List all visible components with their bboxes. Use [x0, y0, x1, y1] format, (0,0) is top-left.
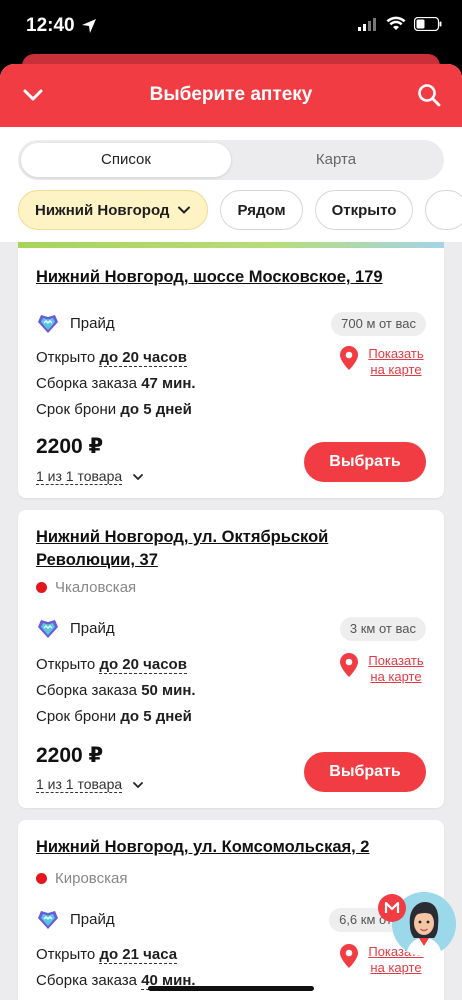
chevron-down-icon: [133, 781, 144, 788]
open-hours-value: до 20 часов: [99, 349, 187, 367]
metro-station: Кировская: [36, 870, 127, 887]
tab-map[interactable]: Карта: [231, 143, 441, 177]
assembly-time-value: 47 мин.: [141, 375, 196, 392]
assembly-time-value: 50 мин.: [141, 682, 196, 699]
status-time: 12:40: [26, 15, 75, 36]
assembly-time-prefix: Сборка заказа: [36, 682, 142, 699]
cellular-signal-icon: [358, 17, 376, 31]
search-button[interactable]: [416, 82, 442, 108]
status-time-group: 12:40: [26, 15, 97, 37]
open-hours: Открыто до 20 часов: [36, 345, 187, 371]
items-availability-label: 1 из 1 товара: [36, 468, 123, 485]
pharmacy-list[interactable]: Нижний Новгород, шоссе Московское, 179 П…: [0, 242, 462, 1000]
open-hours-value: до 21 часа: [99, 946, 178, 964]
pharmacy-chain-logo-icon: [38, 620, 58, 638]
status-icons: [358, 16, 442, 31]
pharmacy-card[interactable]: Нижний Новгород, шоссе Московское, 179 П…: [18, 248, 444, 498]
chevron-down-icon: [133, 473, 144, 480]
status-bar: 12:40: [0, 0, 462, 56]
battery-icon: [414, 16, 442, 31]
chevron-down-icon: [178, 206, 191, 214]
reserve-period: Срок брони до 5 дней: [36, 704, 192, 730]
assembly-time: Сборка заказа 47 мин.: [36, 371, 196, 397]
reserve-period-value: до 5 дней: [120, 401, 192, 418]
open-filter-chip[interactable]: Открыто: [314, 190, 414, 230]
open-hours-value: до 20 часов: [99, 656, 187, 674]
open-hours-prefix: Открыто: [36, 349, 100, 366]
city-filter-chip[interactable]: Нижний Новгород: [18, 190, 209, 230]
pharmacy-chain: Прайд: [36, 616, 115, 640]
pharmacy-chain-logo-icon: [38, 315, 58, 333]
show-on-map-label: Показать на карте: [368, 346, 424, 377]
reserve-period-prefix: Срок брони: [36, 401, 121, 418]
nearby-filter-chip[interactable]: Рядом: [220, 190, 303, 230]
pharmacy-address[interactable]: Нижний Новгород, ул. Комсомольская, 2: [36, 836, 426, 859]
chat-badge: [378, 894, 406, 922]
assembly-time-prefix: Сборка заказа: [36, 375, 142, 392]
tab-list[interactable]: Список: [21, 143, 231, 177]
brand-logo-icon: [384, 901, 400, 913]
reserve-period-prefix: Срок брони: [36, 708, 121, 725]
metro-line-dot: [36, 582, 47, 593]
open-hours: Открыто до 21 часа: [36, 942, 178, 968]
select-pharmacy-button[interactable]: Выбрать: [304, 442, 426, 482]
distance-badge: 3 км от вас: [339, 617, 426, 641]
wifi-icon: [386, 16, 406, 30]
distance-badge: 700 м от вас: [331, 312, 426, 336]
pharmacy-chain-name: Прайд: [70, 619, 115, 637]
metro-line-dot: [36, 873, 47, 884]
items-availability[interactable]: 1 из 1 товара: [36, 776, 144, 793]
pharmacy-chain-logo-icon: [38, 911, 58, 929]
pharmacy-chain: Прайд: [36, 907, 115, 931]
items-availability[interactable]: 1 из 1 товара: [36, 468, 144, 485]
order-price: 2200 ₽: [36, 744, 104, 767]
pharmacy-address[interactable]: Нижний Новгород, шоссе Московское, 179: [36, 266, 426, 289]
filter-chips: Нижний Новгород Рядом Открыто: [18, 190, 462, 230]
pharmacy-chain-name: Прайд: [70, 314, 115, 332]
pharmacy-picker: Выберите аптеку Список Карта Нижний Новг…: [0, 64, 462, 1000]
metro-station-name: Кировская: [55, 870, 128, 887]
assembly-time: Сборка заказа 50 мин.: [36, 678, 196, 704]
search-icon: [418, 84, 441, 107]
open-hours-prefix: Открыто: [36, 656, 100, 673]
more-filter-chip[interactable]: [425, 190, 462, 230]
map-pin-icon: [340, 944, 358, 968]
items-availability-label: 1 из 1 товара: [36, 776, 123, 793]
order-price: 2200 ₽: [36, 435, 104, 458]
page-title: Выберите аптеку: [149, 84, 313, 105]
open-hours: Открыто до 20 часов: [36, 652, 187, 678]
metro-station: Чкаловская: [36, 579, 136, 596]
view-toggle: Список Карта: [18, 140, 444, 180]
reserve-period-value: до 5 дней: [120, 708, 192, 725]
open-hours-prefix: Открыто: [36, 946, 100, 963]
show-on-map-link[interactable]: Показать на карте: [340, 346, 426, 378]
metro-station-name: Чкаловская: [55, 579, 137, 596]
reserve-period: Срок брони до 5 дней: [36, 397, 192, 423]
map-pin-icon: [340, 653, 358, 677]
header: Выберите аптеку: [0, 64, 462, 127]
home-indicator: [148, 986, 314, 991]
show-on-map-link[interactable]: Показать на карте: [340, 653, 426, 685]
pharmacy-card[interactable]: Нижний Новгород, ул. Октябрьской Революц…: [18, 510, 444, 808]
assembly-time-prefix: Сборка заказа: [36, 972, 142, 989]
location-arrow-icon: [81, 19, 96, 33]
pharmacy-chain: Прайд: [36, 311, 115, 335]
city-filter-label: Нижний Новгород: [35, 201, 170, 219]
pharmacy-chain-name: Прайд: [70, 910, 115, 928]
select-pharmacy-button[interactable]: Выбрать: [304, 752, 426, 792]
pharmacy-address[interactable]: Нижний Новгород, ул. Октябрьской Революц…: [36, 526, 426, 572]
map-pin-icon: [340, 346, 358, 370]
show-on-map-label: Показать на карте: [368, 653, 424, 684]
